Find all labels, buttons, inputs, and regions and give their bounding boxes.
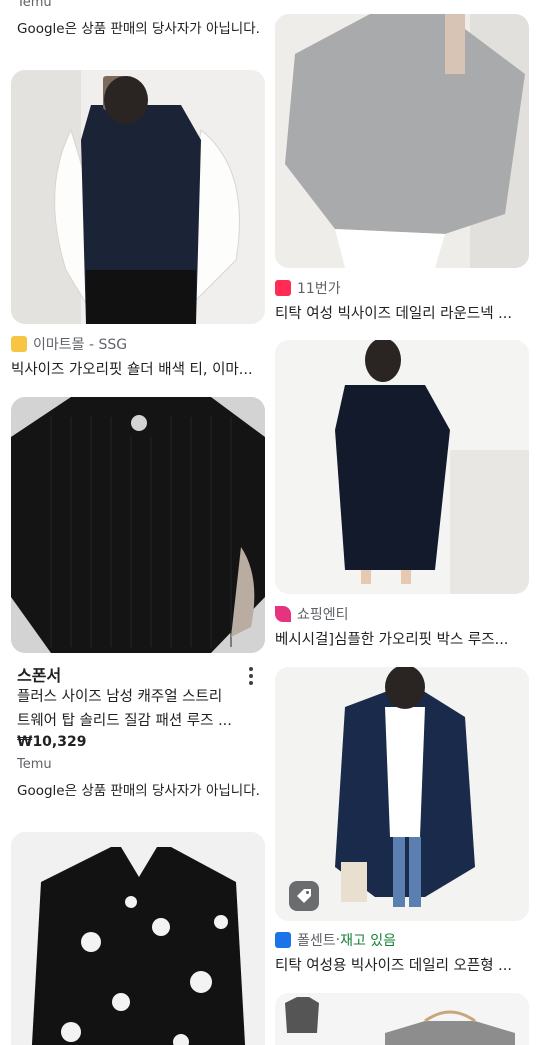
product-photo <box>11 70 265 324</box>
seller-row-11st[interactable]: 11번가 <box>275 278 341 298</box>
source-temu-top: Temu <box>17 0 52 10</box>
product-image-tshirts[interactable] <box>275 993 529 1045</box>
product-image-navy-dress[interactable] <box>275 340 529 594</box>
product-image-cardigan[interactable] <box>275 667 529 921</box>
shoppingnt-logo-icon <box>275 606 291 622</box>
seller-name: 폴센트 <box>297 933 336 949</box>
seller-row-shoppingnt[interactable]: 쇼핑엔티 <box>275 604 349 624</box>
emart-logo-icon <box>11 336 27 352</box>
sponsored-google-note: Google은 상품 판매의 당사자가 아닙니다. <box>17 783 260 799</box>
google-note-top: Google은 상품 판매의 당사자가 아닙니다. <box>17 21 260 37</box>
product-title[interactable]: 티탁 여성 빅사이즈 데일리 라운드넥 ... <box>275 302 529 323</box>
seller-name: 이마트몰 - SSG <box>33 337 128 353</box>
product-photo <box>275 993 529 1045</box>
seller-row-emart[interactable]: 이마트몰 - SSG <box>11 334 127 354</box>
tag-glyph <box>297 889 311 903</box>
product-image-shoulder-tee[interactable] <box>11 70 265 324</box>
product-photo <box>275 14 529 268</box>
price-tag-icon[interactable] <box>289 881 319 911</box>
product-image-grey-knit[interactable] <box>275 14 529 268</box>
sponsored-title-line2[interactable]: 트웨어 탑 솔리드 질감 패션 루즈 ... <box>17 709 257 730</box>
product-photo <box>275 340 529 594</box>
sponsored-price: ₩10,329 <box>17 734 87 750</box>
product-image-polka-dot[interactable] <box>11 832 265 1045</box>
seller-name: 11번가 <box>297 281 341 297</box>
seller-name: 쇼핑엔티 <box>297 607 349 623</box>
product-title[interactable]: 베시시걸]심플한 가오리핏 박스 루즈... <box>275 628 529 649</box>
11st-logo-icon <box>275 280 291 296</box>
seller-row-pollcent[interactable]: 폴센트 · 재고 있음 <box>275 930 396 950</box>
product-photo <box>11 832 265 1045</box>
product-photo <box>11 397 265 653</box>
sponsored-label: 스폰서 <box>17 666 62 685</box>
product-image-sponsored-top[interactable] <box>11 397 265 653</box>
pollcent-logo-icon <box>275 932 291 948</box>
product-title[interactable]: 티탁 여성용 빅사이즈 데일리 오픈형 ... <box>275 954 529 975</box>
sponsored-source: Temu <box>17 757 52 772</box>
in-stock-badge: 재고 있음 <box>340 933 397 949</box>
product-title[interactable]: 빅사이즈 가오리핏 숄더 배색 티, 이마... <box>11 358 265 379</box>
sponsored-title-line1[interactable]: 플러스 사이즈 남성 캐주얼 스트리 <box>17 685 257 706</box>
